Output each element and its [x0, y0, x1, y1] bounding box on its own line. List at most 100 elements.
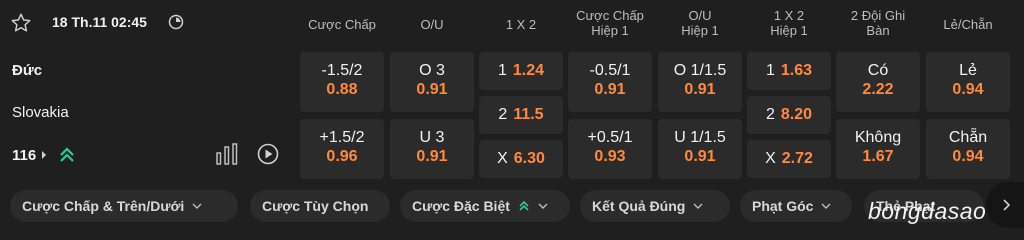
- odd-label: Lẻ: [959, 62, 977, 79]
- odd-value: 0.96: [326, 148, 358, 165]
- tab-label: Cược Đặc Biệt: [412, 198, 510, 214]
- odd-value: 0.88: [326, 81, 358, 98]
- header-1x2-h1-line1: 1 X 2: [773, 8, 805, 23]
- odd-value: 1.67: [862, 148, 894, 165]
- home-team: Đức: [12, 62, 43, 79]
- odd-ou-over[interactable]: O 3 0.91: [390, 52, 474, 112]
- odd-label: U 1/1.5: [674, 129, 726, 146]
- header-btts-line1: 2 Đội Ghi: [850, 8, 906, 23]
- odd-value: 0.93: [594, 148, 626, 165]
- chevron-right-icon: [1003, 199, 1011, 211]
- odd-label: -1.5/2: [321, 62, 363, 79]
- odd-label: X: [497, 150, 508, 167]
- odd-handicap-home[interactable]: -1.5/2 0.88: [300, 52, 384, 112]
- tab-special-bets[interactable]: Cược Đặc Biệt: [400, 190, 570, 222]
- odd-handicap-h1-home[interactable]: -0.5/1 0.91: [568, 52, 652, 112]
- odd-label: Không: [854, 129, 902, 146]
- match-header: 18 Th.11 02:45 Cược Chấp O/U 1 X 2 Cược …: [0, 0, 1024, 46]
- odd-value: 0.94: [952, 81, 984, 98]
- odd-handicap-h1-away[interactable]: +0.5/1 0.93: [568, 119, 652, 179]
- odd-value: 6.30: [513, 150, 545, 167]
- odd-label: 2: [498, 106, 508, 123]
- tab-label: Phạt Góc: [752, 198, 814, 214]
- stats-bars-icon[interactable]: [215, 143, 239, 165]
- tab-label: Kết Quả Đúng: [592, 198, 686, 214]
- chevron-down-icon: [538, 203, 548, 209]
- odd-1x2-home[interactable]: 1 1.24: [479, 52, 563, 90]
- header-btts-line2: Bàn: [866, 23, 890, 38]
- odd-value: 2.22: [862, 81, 894, 98]
- odd-value: 0.91: [416, 81, 448, 98]
- watermark: bongdasao: [868, 198, 987, 224]
- odd-label: 1: [765, 62, 775, 79]
- odd-btts-no[interactable]: Không 1.67: [836, 119, 920, 179]
- odd-value: 11.5: [513, 106, 544, 123]
- more-markets-count: 116: [12, 146, 37, 164]
- odd-label: 2: [765, 106, 775, 123]
- match-datetime: 18 Th.11 02:45: [52, 14, 147, 30]
- odd-label: +1.5/2: [319, 129, 365, 146]
- header-handicap-h1-line2: Hiệp 1: [591, 23, 629, 38]
- star-icon[interactable]: [10, 12, 32, 34]
- odd-value: 0.91: [684, 148, 716, 165]
- tab-label: Cược Tùy Chọn: [262, 198, 369, 214]
- header-ou-h1-line1: O/U: [688, 8, 712, 23]
- chevron-down-icon: [693, 203, 703, 209]
- play-icon[interactable]: [257, 143, 279, 165]
- odd-ou-h1-over[interactable]: O 1/1.5 0.91: [658, 52, 742, 112]
- chevron-down-icon: [821, 203, 831, 209]
- odd-ou-h1-under[interactable]: U 1/1.5 0.91: [658, 119, 742, 179]
- odd-label: U 3: [419, 129, 445, 146]
- odd-label: Có: [867, 62, 889, 79]
- odd-label: O 1/1.5: [673, 62, 727, 79]
- odd-label: O 3: [419, 62, 445, 79]
- odd-value: 1.63: [780, 62, 813, 79]
- odd-label: Chẵn: [948, 129, 988, 146]
- header-btts: 2 Đội Ghi Bàn: [836, 8, 920, 38]
- header-1x2-h1-line2: Hiệp 1: [770, 23, 808, 38]
- tabs-scroll-right-button[interactable]: [986, 182, 1024, 228]
- header-ou: O/U: [420, 17, 444, 32]
- chevron-down-icon: [192, 203, 202, 209]
- odd-1x2-draw[interactable]: X 6.30: [479, 140, 563, 178]
- odd-value: 0.94: [952, 148, 984, 165]
- odd-handicap-away[interactable]: +1.5/2 0.96: [300, 119, 384, 179]
- odd-label: +0.5/1: [587, 129, 633, 146]
- odd-label: X: [765, 150, 776, 167]
- header-handicap-h1: Cược Chấp Hiệp 1: [568, 8, 652, 38]
- header-1x2-h1: 1 X 2 Hiệp 1: [747, 8, 831, 38]
- odd-label: 1: [497, 62, 507, 79]
- header-handicap-h1-line1: Cược Chấp: [576, 8, 644, 23]
- odd-1x2-away[interactable]: 2 11.5: [479, 96, 563, 134]
- more-markets-link[interactable]: 116: [12, 146, 76, 164]
- header-ou-h1: O/U Hiệp 1: [658, 8, 742, 38]
- double-chevron-up-icon: [60, 147, 74, 162]
- odd-value: 1.24: [512, 62, 545, 79]
- header-1x2: 1 X 2: [505, 17, 537, 32]
- header-odd-even: Lẻ/Chẵn: [943, 17, 993, 32]
- double-chevron-up-icon: [519, 200, 529, 211]
- odd-value: 8.20: [780, 106, 813, 123]
- tab-handicap-over-under[interactable]: Cược Chấp & Trên/Dưới: [10, 190, 238, 222]
- odd-1x2-h1-away[interactable]: 2 8.20: [747, 96, 831, 134]
- odd-odd[interactable]: Lẻ 0.94: [926, 52, 1010, 112]
- odd-even[interactable]: Chẵn 0.94: [926, 119, 1010, 179]
- odd-ou-under[interactable]: U 3 0.91: [390, 119, 474, 179]
- odd-1x2-h1-draw[interactable]: X 2.72: [747, 140, 831, 178]
- odd-value: 0.91: [594, 81, 626, 98]
- away-team: Slovakia: [12, 104, 69, 121]
- odd-value: 0.91: [684, 81, 716, 98]
- odd-1x2-h1-home[interactable]: 1 1.63: [747, 52, 831, 90]
- odd-value: 0.91: [416, 148, 448, 165]
- clock-icon: [168, 14, 184, 30]
- tab-corners[interactable]: Phạt Góc: [740, 190, 852, 222]
- tab-correct-score[interactable]: Kết Quả Đúng: [580, 190, 730, 222]
- header-handicap: Cược Chấp: [308, 17, 376, 32]
- chevron-right-icon: [42, 151, 47, 159]
- odd-btts-yes[interactable]: Có 2.22: [836, 52, 920, 112]
- tab-label: Cược Chấp & Trên/Dưới: [22, 198, 185, 214]
- header-ou-h1-line2: Hiệp 1: [681, 23, 719, 38]
- tab-custom-bets[interactable]: Cược Tùy Chọn: [250, 190, 390, 222]
- odd-value: 2.72: [781, 150, 813, 167]
- odd-label: -0.5/1: [589, 62, 631, 79]
